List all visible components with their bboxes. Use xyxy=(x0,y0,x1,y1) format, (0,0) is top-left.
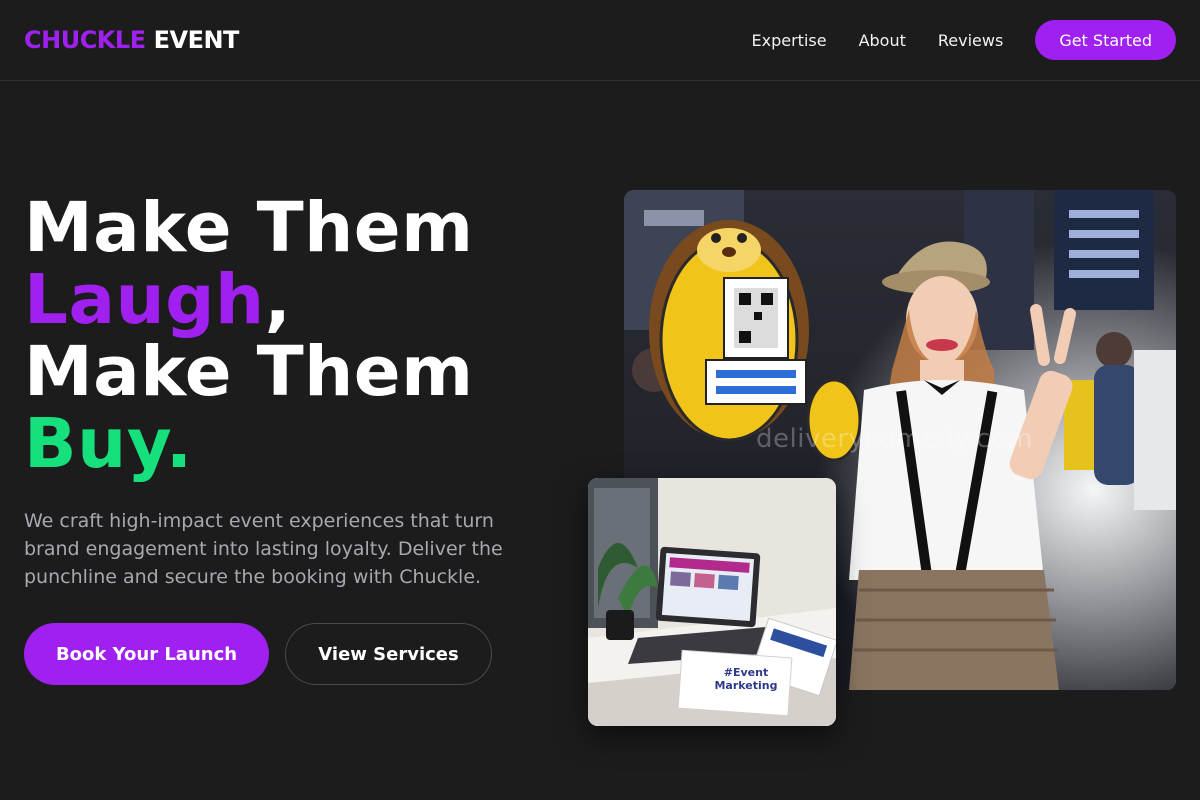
view-services-button[interactable]: View Services xyxy=(285,623,492,685)
book-launch-button[interactable]: Book Your Launch xyxy=(24,623,269,685)
headline-comma: , xyxy=(264,260,292,340)
get-started-button[interactable]: Get Started xyxy=(1035,20,1176,60)
brand-logo[interactable]: CHUCKLE EVENT xyxy=(24,26,239,54)
headline-line3: Make Them xyxy=(24,332,474,412)
nav-link-about[interactable]: About xyxy=(859,31,906,50)
hero-subtitle: We craft high-impact event experiences t… xyxy=(24,510,503,588)
headline-buy: Buy. xyxy=(24,404,193,484)
main-nav: Expertise About Reviews Get Started xyxy=(752,20,1176,60)
site-header: CHUCKLE EVENT Expertise About Reviews Get… xyxy=(0,0,1200,81)
photo-watermark: deliverycomedy.com xyxy=(756,424,1033,454)
event-marketing-card-text: #Event Marketing xyxy=(714,666,778,692)
headline-laugh: Laugh xyxy=(24,260,265,340)
hero-photo-small: #Event Marketing xyxy=(588,478,836,726)
hero-headline: Make Them Laugh, Make Them Buy. xyxy=(24,192,584,480)
nav-link-reviews[interactable]: Reviews xyxy=(938,31,1003,50)
headline-line1: Make Them xyxy=(24,188,474,268)
nav-link-expertise[interactable]: Expertise xyxy=(752,31,827,50)
brand-logo-part1: CHUCKLE xyxy=(24,26,146,54)
brand-logo-part2: EVENT xyxy=(153,26,240,54)
